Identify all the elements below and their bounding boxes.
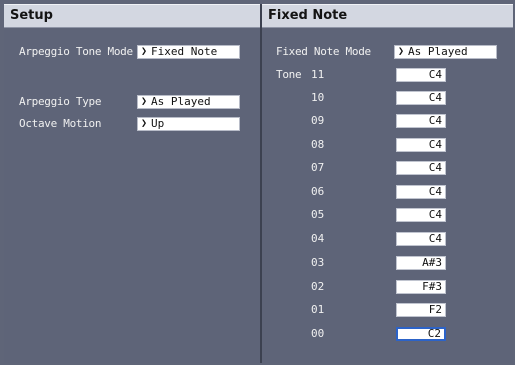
arp-tone-mode-label: Arpeggio Tone Mode bbox=[19, 45, 133, 58]
chevron-right-icon: ❯ bbox=[141, 46, 148, 57]
tone-note-field[interactable]: C4 bbox=[396, 232, 446, 246]
tone-number: 07 bbox=[311, 161, 325, 174]
arp-type-select[interactable]: ❯ As Played bbox=[137, 95, 240, 109]
tone-number: 01 bbox=[311, 303, 325, 316]
tone-number: 09 bbox=[311, 114, 325, 127]
fixed-note-title: Fixed Note bbox=[268, 8, 348, 23]
tone-note-field[interactable]: C4 bbox=[396, 138, 446, 152]
chevron-right-icon: ❯ bbox=[141, 96, 148, 107]
tone-note-field[interactable]: C4 bbox=[396, 68, 446, 82]
octave-motion-label: Octave Motion bbox=[19, 117, 102, 130]
fixed-note-mode-label: Fixed Note Mode bbox=[276, 45, 371, 58]
tone-number: 03 bbox=[311, 256, 325, 269]
tone-note-field[interactable]: C4 bbox=[396, 91, 446, 105]
arp-tone-mode-value: Fixed Note bbox=[151, 45, 218, 58]
tone-note-field[interactable]: F2 bbox=[396, 303, 446, 317]
fixed-note-mode-value: As Played bbox=[408, 45, 468, 58]
octave-motion-value: Up bbox=[151, 117, 165, 130]
tone-number: 02 bbox=[311, 280, 325, 293]
tone-note-field[interactable]: F#3 bbox=[396, 280, 446, 294]
tone-note-field[interactable]: C4 bbox=[396, 114, 446, 128]
tone-note-field[interactable]: C4 bbox=[396, 185, 446, 199]
tone-number: 00 bbox=[311, 327, 325, 340]
tone-number: 11 bbox=[311, 68, 325, 81]
setup-header: Setup bbox=[4, 4, 260, 28]
tone-label: Tone bbox=[276, 68, 302, 81]
tone-number: 08 bbox=[311, 138, 325, 151]
arp-type-value: As Played bbox=[151, 95, 211, 108]
fixed-note-mode-select[interactable]: ❯ As Played bbox=[394, 45, 497, 59]
arp-tone-mode-select[interactable]: ❯ Fixed Note bbox=[137, 45, 240, 59]
chevron-right-icon: ❯ bbox=[398, 46, 405, 57]
fixed-note-header: Fixed Note bbox=[262, 4, 513, 28]
tone-number: 06 bbox=[311, 185, 325, 198]
arp-type-label: Arpeggio Type bbox=[19, 95, 102, 108]
tone-note-field[interactable]: A#3 bbox=[396, 256, 446, 270]
tone-note-field[interactable]: C4 bbox=[396, 161, 446, 175]
tone-number: 10 bbox=[311, 91, 325, 104]
tone-number: 05 bbox=[311, 208, 325, 221]
tone-number: 04 bbox=[311, 232, 325, 245]
setup-title: Setup bbox=[10, 8, 53, 23]
octave-motion-select[interactable]: ❯ Up bbox=[137, 117, 240, 131]
chevron-right-icon: ❯ bbox=[141, 118, 148, 129]
tone-note-field[interactable]: C4 bbox=[396, 208, 446, 222]
tone-note-field-selected[interactable]: C2 bbox=[396, 327, 446, 341]
